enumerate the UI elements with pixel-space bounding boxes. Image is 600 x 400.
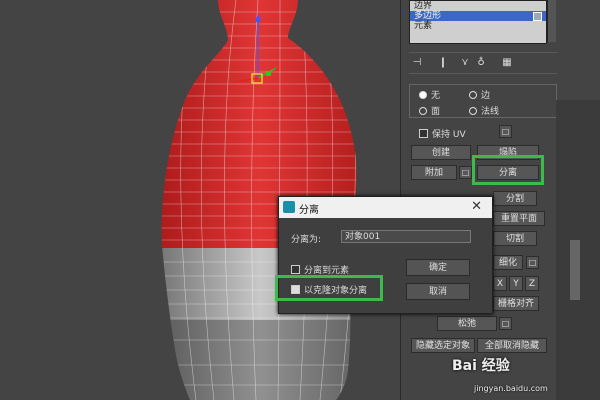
refine-button[interactable]: 细化: [493, 255, 523, 270]
preserve-uv-settings-button[interactable]: □: [499, 125, 512, 138]
panel-scrollbar[interactable]: [570, 240, 580, 300]
fork-icon[interactable]: ⋎: [459, 56, 471, 70]
panel-scroll-area: [556, 100, 600, 400]
attach-button[interactable]: 附加: [411, 165, 457, 180]
attach-settings-button[interactable]: □: [459, 166, 472, 179]
grid-icon[interactable]: ▦: [501, 56, 513, 70]
y-button[interactable]: Y: [509, 276, 523, 291]
ok-button[interactable]: 确定: [406, 259, 470, 276]
cancel-button[interactable]: 取消: [406, 283, 470, 300]
checkbox-icon: [419, 129, 428, 138]
z-button[interactable]: Z: [525, 276, 539, 291]
x-button[interactable]: X: [493, 276, 507, 291]
detach-dialog: 分离 ✕ 分离为: 对象001 分离到元素 以克隆对象分离 确定 取消: [275, 196, 493, 314]
radio-dot-icon: [469, 107, 477, 115]
relax-settings-button[interactable]: □: [499, 317, 512, 330]
unhide-all-button[interactable]: 全部取消隐藏: [477, 338, 547, 353]
detach-as-input[interactable]: 对象001: [341, 230, 471, 243]
radio-edge[interactable]: 边: [469, 88, 490, 101]
radio-face[interactable]: 面: [419, 104, 440, 117]
dialog-titlebar[interactable]: 分离 ✕: [279, 197, 492, 218]
app-logo-icon: [283, 201, 295, 213]
preserve-uv-checkbox[interactable]: 保持 UV: [419, 127, 466, 140]
close-icon[interactable]: ✕: [471, 199, 482, 214]
reset-plane-button[interactable]: 重置平面: [493, 211, 545, 226]
align-grid-button[interactable]: 栅格对齐: [493, 296, 539, 311]
bar-icon[interactable]: ❙: [437, 56, 449, 70]
radio-none[interactable]: 无: [419, 88, 440, 101]
checkbox-icon: [291, 265, 300, 274]
watermark-url: jingyan.baidu.com: [474, 384, 548, 393]
detach-highlight: [472, 155, 544, 185]
clone-option-highlight: [275, 275, 383, 301]
cut-button[interactable]: 切割: [493, 231, 537, 246]
radio-normal[interactable]: 法线: [469, 104, 499, 117]
list-scrollbar[interactable]: [547, 0, 556, 42]
radio-dot-icon: [419, 91, 427, 99]
list-item[interactable]: 元素: [410, 21, 546, 31]
detach-as-label: 分离为:: [291, 235, 322, 245]
subobject-list: 边界 多边形 元素: [409, 0, 547, 44]
list-item[interactable]: 边界: [410, 1, 546, 11]
watermark-logo: Bai 经验: [452, 358, 510, 374]
pin-icon[interactable]: ⊣: [411, 56, 423, 70]
dialog-title: 分离: [299, 205, 319, 216]
relax-button[interactable]: 松弛: [437, 316, 497, 331]
hide-selected-button[interactable]: 隐藏选定对象: [411, 338, 475, 353]
square-icon: [533, 12, 542, 21]
create-button[interactable]: 创建: [411, 145, 471, 160]
refine-settings-button[interactable]: □: [526, 256, 539, 269]
radio-dot-icon: [469, 91, 477, 99]
modifier-toolbar: ⊣ ❙ ⋎ ♁ ▦: [409, 52, 557, 74]
list-item[interactable]: 多边形: [410, 11, 546, 21]
slice-button[interactable]: 分割: [493, 191, 537, 206]
radio-dot-icon: [419, 107, 427, 115]
funnel-icon[interactable]: ♁: [475, 56, 487, 70]
